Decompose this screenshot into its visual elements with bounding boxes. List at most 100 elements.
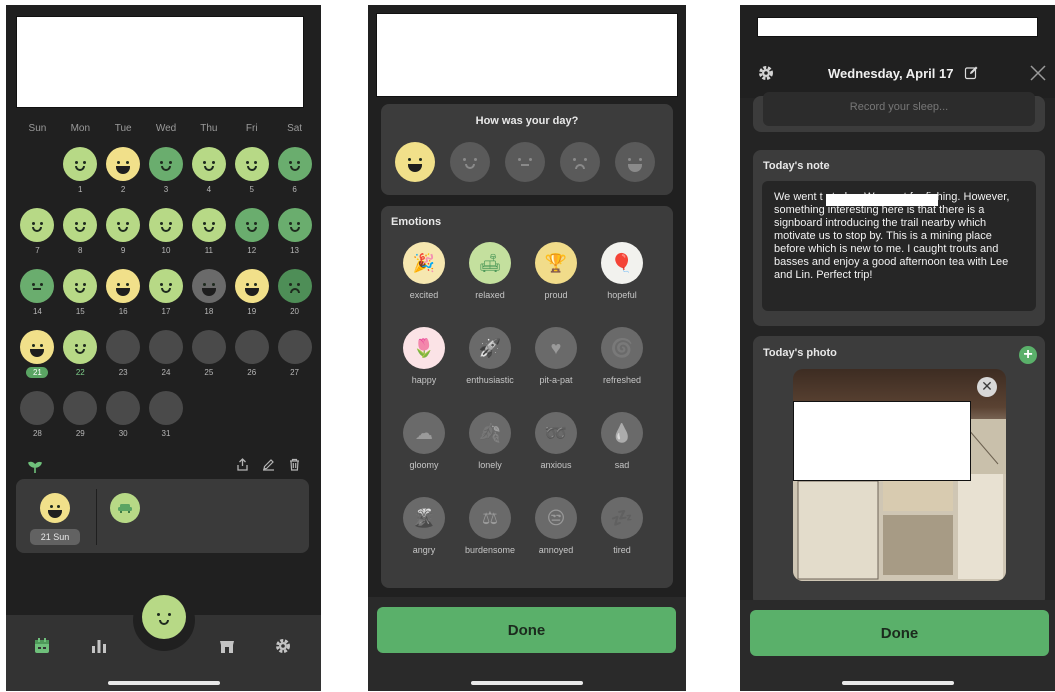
day-number: 23 xyxy=(118,368,128,377)
calendar-day[interactable]: 4 xyxy=(188,147,230,205)
trophy-icon: 🏆 xyxy=(535,242,577,284)
calendar-day[interactable]: 14 xyxy=(16,269,58,327)
emotion-relaxed[interactable]: 🛋 relaxed xyxy=(459,242,521,301)
mood-face-icon xyxy=(277,208,312,242)
add-mood-button[interactable] xyxy=(142,595,186,639)
note-title: Today's note xyxy=(763,160,830,172)
emotion-label: enthusiastic xyxy=(466,375,514,385)
day-entry-card[interactable]: 21 Sun xyxy=(16,479,309,553)
calendar-day[interactable]: 5 xyxy=(231,147,273,205)
mood-option-great[interactable] xyxy=(395,142,435,182)
day-number: 7 xyxy=(35,246,40,255)
emotion-label: tired xyxy=(613,545,631,555)
emotion-happy[interactable]: 🌷 happy xyxy=(393,327,455,386)
calendar-day[interactable]: 25 xyxy=(188,330,230,388)
redacted-status xyxy=(757,17,1038,37)
mood-face-icon xyxy=(149,147,183,181)
settings-icon[interactable] xyxy=(274,637,292,660)
emotions-title: Emotions xyxy=(391,216,442,228)
calendar-day[interactable]: 24 xyxy=(145,330,187,388)
emotion-angry[interactable]: 🌋 angry xyxy=(393,497,455,556)
weekday-label: Thu xyxy=(200,123,218,134)
calendar-day[interactable]: 7 xyxy=(16,208,58,266)
trail-photo[interactable]: ✕ xyxy=(793,369,1006,581)
calendar-icon[interactable] xyxy=(33,637,51,660)
heart-icon: ♥ xyxy=(535,327,577,369)
day-number: 31 xyxy=(161,429,171,438)
volcano-icon: 🌋 xyxy=(403,497,445,539)
emotion-label: annoyed xyxy=(538,545,574,555)
store-icon[interactable] xyxy=(218,637,236,660)
calendar-day[interactable]: 22 xyxy=(59,330,101,388)
calendar-day[interactable]: 9 xyxy=(102,208,144,266)
mood-face-icon xyxy=(20,330,55,364)
calendar-day[interactable]: 18 xyxy=(188,269,230,327)
trash-icon[interactable] xyxy=(288,458,301,474)
mood-face-icon xyxy=(149,269,183,303)
calendar-day[interactable]: 17 xyxy=(145,269,187,327)
calendar-day[interactable]: 2 xyxy=(102,147,144,205)
calendar-day[interactable]: 3 xyxy=(145,147,187,205)
day-number: 9 xyxy=(120,246,126,255)
sofa-icon xyxy=(110,493,140,523)
calendar-day[interactable]: 31 xyxy=(145,391,187,449)
calendar-day[interactable]: 30 xyxy=(102,391,144,449)
calendar-day[interactable]: 21 xyxy=(16,330,58,388)
remove-photo-icon[interactable]: ✕ xyxy=(977,377,997,397)
sleep-input[interactable]: Record your sleep... xyxy=(763,92,1035,126)
mood-face-icon xyxy=(63,208,98,242)
mood-option-okay[interactable] xyxy=(505,142,545,182)
emotion-label: excited xyxy=(409,290,439,300)
calendar-day[interactable]: 26 xyxy=(231,330,273,388)
done-button[interactable]: Done xyxy=(750,610,1049,656)
calendar-day[interactable]: 16 xyxy=(102,269,144,327)
add-photo-icon[interactable]: + xyxy=(1019,346,1037,364)
calendar-day[interactable]: 28 xyxy=(16,391,58,449)
calendar-day[interactable]: 12 xyxy=(231,208,273,266)
calendar-day[interactable]: 15 xyxy=(59,269,101,327)
emotion-enthusiastic[interactable]: 🚀 enthusiastic xyxy=(459,327,521,386)
close-icon[interactable] xyxy=(1029,64,1047,87)
calendar-day[interactable]: 23 xyxy=(102,330,144,388)
done-button[interactable]: Done xyxy=(377,607,676,653)
calendar-day[interactable]: 19 xyxy=(231,269,273,327)
emotion-refreshed[interactable]: 🌀 refreshed xyxy=(591,327,653,386)
edit-icon[interactable] xyxy=(262,458,275,474)
emotion-burdensome[interactable]: ⚖ burdensome xyxy=(459,497,521,556)
emotion-hopeful[interactable]: 🎈 hopeful xyxy=(591,242,653,301)
share-icon[interactable] xyxy=(236,458,249,474)
calendar-day[interactable]: 6 xyxy=(274,147,316,205)
calendar-day[interactable]: 10 xyxy=(145,208,187,266)
day-number: 1 xyxy=(78,185,83,194)
calendar-day[interactable]: 13 xyxy=(274,208,316,266)
emotion-label: anxious xyxy=(540,460,572,470)
calendar-day[interactable]: 20 xyxy=(274,269,316,327)
zzz-icon: 💤 xyxy=(601,497,643,539)
gear-icon[interactable] xyxy=(757,64,775,87)
emotion-pit-a-pat[interactable]: ♥ pit-a-pat xyxy=(525,327,587,386)
calendar-day[interactable]: 29 xyxy=(59,391,101,449)
emotion-label: angry xyxy=(412,545,436,555)
emotion-annoyed[interactable]: 😒 annoyed xyxy=(525,497,587,556)
redacted-place-name xyxy=(826,194,938,206)
calendar-day[interactable]: 27 xyxy=(274,330,316,388)
emotion-gloomy[interactable]: ☁ gloomy xyxy=(393,412,455,471)
edit-date-icon[interactable] xyxy=(964,65,979,85)
emotion-tired[interactable]: 💤 tired xyxy=(591,497,653,556)
mood-option-good[interactable] xyxy=(450,142,490,182)
calendar-day[interactable]: 11 xyxy=(188,208,230,266)
weekday-label: Sun xyxy=(28,123,47,134)
mood-option-awful[interactable] xyxy=(615,142,655,182)
emotion-anxious[interactable]: ➿ anxious xyxy=(525,412,587,471)
emotion-excited[interactable]: 🎉 excited xyxy=(393,242,455,301)
stats-icon[interactable] xyxy=(90,637,108,660)
day-number: 12 xyxy=(247,246,257,255)
day-number: 5 xyxy=(249,185,254,194)
emotion-proud[interactable]: 🏆 proud xyxy=(525,242,587,301)
calendar-day[interactable]: 1 xyxy=(59,147,101,205)
calendar-day[interactable]: 8 xyxy=(59,208,101,266)
day-number: 24 xyxy=(161,368,171,377)
emotion-lonely[interactable]: 🍂 lonely xyxy=(459,412,521,471)
mood-option-bad[interactable] xyxy=(560,142,600,182)
emotion-sad[interactable]: 💧 sad xyxy=(591,412,653,471)
